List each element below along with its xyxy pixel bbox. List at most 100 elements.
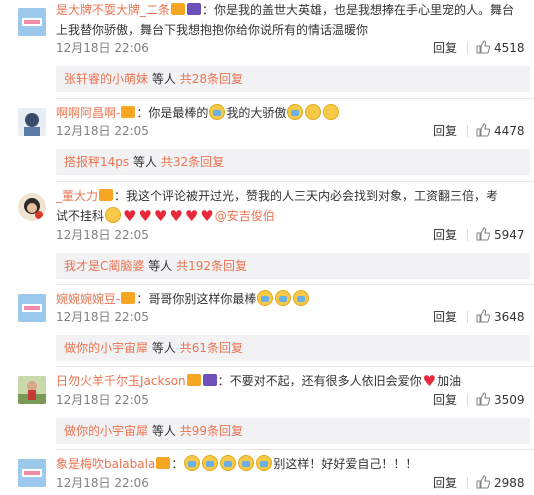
- reply-user[interactable]: 张轩睿的小萌妹: [64, 72, 148, 86]
- reply-button[interactable]: 回复: [433, 121, 457, 141]
- comment-text-part: ：不要对不起，还有很多人依旧会爱你: [217, 374, 422, 388]
- reply-mid-text: 等人: [132, 155, 157, 169]
- like-count: 3509: [494, 393, 525, 407]
- crying-emoji-icon: [209, 104, 226, 120]
- comment-text-part: 别这样！好好爱自己！！！: [273, 457, 418, 471]
- comment-meta: 12月18日 22:06 回复 2988: [56, 473, 526, 493]
- comment-text-part: 我的大骄傲: [226, 106, 287, 120]
- avatar[interactable]: [18, 459, 46, 487]
- crying-emoji-icon: [287, 104, 304, 120]
- reply-button[interactable]: 回复: [433, 307, 457, 327]
- vip-badge-icon: [156, 457, 171, 469]
- comment-text-part: 加油: [437, 374, 462, 388]
- timestamp: 12月18日 22:05: [56, 124, 149, 138]
- comment-text-line: ：你是我的盖世大英雄，也是我想捧在手心里宠的人。舞台: [202, 3, 515, 17]
- timestamp: 12月18日 22:05: [56, 393, 149, 407]
- vip-badge-icon: [121, 106, 136, 118]
- thumbs-up-icon[interactable]: [476, 227, 490, 241]
- reply-user[interactable]: 做你的小宇宙犀: [64, 341, 148, 355]
- smile-emoji-icon: [305, 104, 322, 120]
- reply-total[interactable]: 共61条回复: [180, 341, 243, 355]
- comment-text-part: ：你是最棒的: [136, 106, 209, 120]
- comment-meta: 12月18日 22:05 回复 5947: [56, 225, 526, 245]
- thumbs-up-icon[interactable]: [476, 309, 490, 323]
- mention-link[interactable]: @安吉俊伯: [215, 209, 275, 223]
- reply-button[interactable]: 回复: [433, 38, 457, 58]
- reply-mid-text: 等人: [151, 341, 176, 355]
- crying-emoji-icon: [293, 290, 310, 306]
- vip-badge-icon: [121, 292, 136, 304]
- divider: [467, 125, 468, 137]
- heart-icon: ♥: [123, 207, 137, 225]
- thumbs-up-icon[interactable]: [476, 40, 490, 54]
- vip-badge-icon: [171, 3, 186, 15]
- reply-button[interactable]: 回复: [433, 225, 457, 245]
- avatar[interactable]: [18, 294, 46, 322]
- like-count: 4518: [494, 41, 525, 55]
- username[interactable]: 日勿火羊千尔玉Jackson: [56, 374, 186, 388]
- comment-text: _董大力 ：我这个评论被开过光，赞我的人三天内必会找到对象，工资翻三倍，考 试不挂…: [56, 186, 526, 226]
- avatar[interactable]: [18, 108, 46, 136]
- vip-badge-icon: [99, 189, 114, 201]
- crying-emoji-icon: [238, 455, 255, 471]
- avatar[interactable]: [18, 8, 46, 36]
- reply-summary[interactable]: 做你的小宇宙犀 等人 共99条回复: [56, 418, 530, 444]
- divider: [467, 229, 468, 241]
- comment-meta: 12月18日 22:05 回复 4478: [56, 121, 526, 141]
- reply-summary[interactable]: 搭报秤14ps 等人 共32条回复: [56, 149, 530, 175]
- reply-mid-text: 等人: [151, 424, 176, 438]
- reply-mid-text: 等人: [148, 259, 173, 273]
- crying-emoji-icon: [256, 455, 273, 471]
- thumbs-up-icon[interactable]: [476, 475, 490, 489]
- thumbs-up-icon[interactable]: [476, 392, 490, 406]
- reply-total[interactable]: 共28条回复: [180, 72, 243, 86]
- reply-button[interactable]: 回复: [433, 473, 457, 493]
- reply-user[interactable]: 搭报秤14ps: [64, 155, 129, 169]
- heart-icon: ♥: [200, 207, 214, 225]
- timestamp: 12月18日 22:05: [56, 310, 149, 324]
- username[interactable]: _董大力: [56, 189, 98, 203]
- reply-summary[interactable]: 做你的小宇宙犀 等人 共61条回复: [56, 335, 530, 361]
- timestamp: 12月18日 22:06: [56, 41, 149, 55]
- vip-badge-icon: [186, 374, 201, 386]
- heart-icon: ♥: [184, 207, 199, 225]
- comment-text-line: 上我替你骄傲，舞台下我想抱抱你给你说所有的情话温暖你: [56, 23, 369, 37]
- reply-summary[interactable]: 张轩睿的小萌妹 等人 共28条回复: [56, 66, 530, 92]
- reply-user[interactable]: 我才是C蔺脑婆: [64, 259, 144, 273]
- crying-emoji-icon: [184, 455, 201, 471]
- smile-emoji-icon: [323, 104, 340, 120]
- like-count: 3648: [494, 310, 525, 324]
- username[interactable]: 婉婉婉婉豆-: [56, 292, 120, 306]
- username[interactable]: 是大牌不耍大牌_二条: [56, 3, 170, 17]
- comment-meta: 12月18日 22:05 回复 3509: [56, 390, 526, 410]
- timestamp: 12月18日 22:06: [56, 476, 149, 490]
- crying-emoji-icon: [275, 290, 292, 306]
- username[interactable]: 啊啊阿昌啊-: [56, 106, 120, 120]
- smile-emoji-icon: [105, 207, 122, 223]
- reply-total[interactable]: 共99条回复: [180, 424, 243, 438]
- comment-text-line: ：我这个评论被开过光，赞我的人三天内必会找到对象，工资翻三倍，考: [114, 189, 499, 203]
- comment-divider: [56, 181, 534, 182]
- comment-text: 啊啊阿昌啊- ：你是最棒的 我的大骄傲: [56, 103, 526, 123]
- comment-meta: 12月18日 22:05 回复 3648: [56, 307, 526, 327]
- reply-total[interactable]: 共32条回复: [161, 155, 224, 169]
- heart-icon: ♥: [169, 207, 183, 225]
- reply-button[interactable]: 回复: [433, 390, 457, 410]
- comment-text: 象是梅吹balabala ： 别这样！好好爱自己！！！: [56, 454, 526, 474]
- comment-meta: 12月18日 22:06 回复 4518: [56, 38, 526, 58]
- divider: [467, 311, 468, 323]
- member-badge-icon: [202, 374, 217, 386]
- avatar[interactable]: [18, 193, 46, 221]
- crying-emoji-icon: [257, 290, 274, 306]
- comment-divider: [56, 366, 534, 367]
- username[interactable]: 象是梅吹balabala: [56, 457, 155, 471]
- reply-summary[interactable]: 我才是C蔺脑婆 等人 共192条回复: [56, 253, 530, 279]
- reply-total[interactable]: 共192条回复: [176, 259, 247, 273]
- comment-divider: [56, 449, 534, 450]
- reply-user[interactable]: 做你的小宇宙犀: [64, 424, 148, 438]
- crying-emoji-icon: [220, 455, 237, 471]
- avatar[interactable]: [18, 376, 46, 404]
- thumbs-up-icon[interactable]: [476, 123, 490, 137]
- heart-icon: ♥: [422, 372, 437, 390]
- like-count: 2988: [494, 476, 525, 490]
